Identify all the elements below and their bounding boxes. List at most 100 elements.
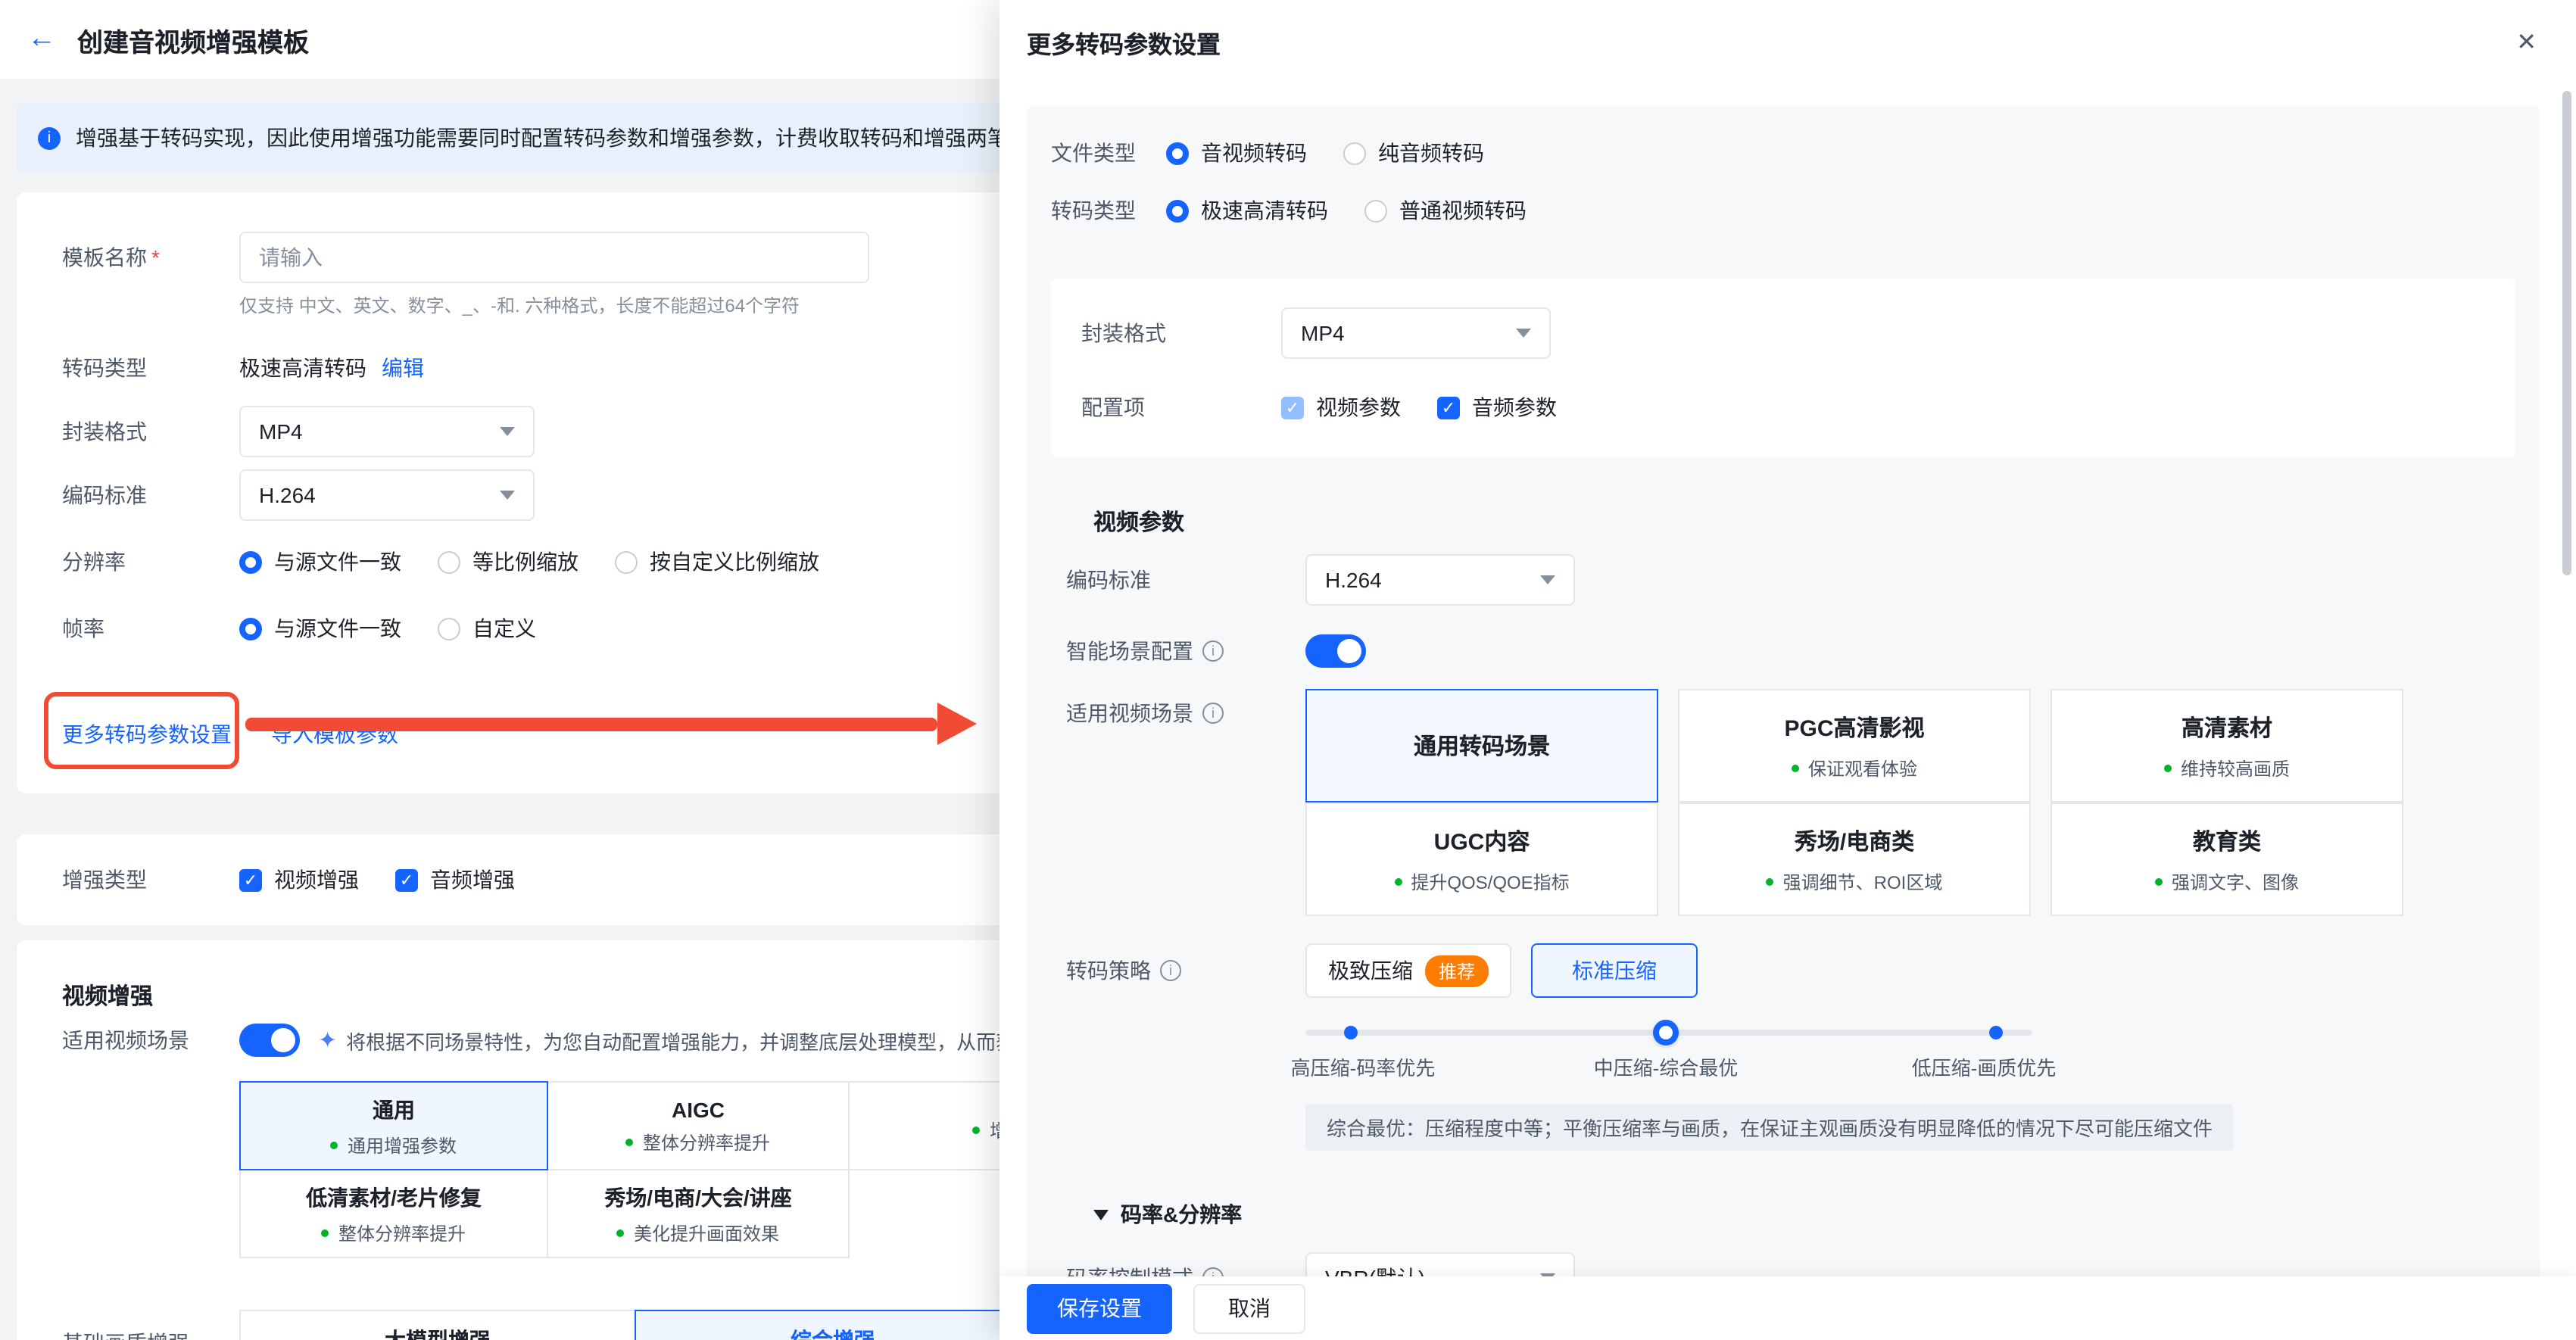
back-icon[interactable]: ← bbox=[27, 23, 56, 56]
transcode-type-row: 转码类型 极速高清转码 普通视频转码 bbox=[1051, 188, 2515, 233]
container-format-row: 封装格式 MP4 bbox=[1081, 306, 2485, 360]
codec-select[interactable]: H.264 bbox=[239, 469, 535, 521]
cancel-button[interactable]: 取消 bbox=[1193, 1283, 1305, 1333]
info-icon bbox=[38, 126, 61, 149]
container-format-label: 封装格式 bbox=[62, 416, 239, 447]
drawer-scrollbar[interactable] bbox=[2562, 91, 2571, 575]
smart-scene-label: 智能场景配置 bbox=[1066, 636, 1305, 666]
info-icon[interactable] bbox=[1202, 640, 1224, 662]
radio-av-transcode[interactable]: 音视频转码 bbox=[1166, 138, 1307, 168]
bullet-icon bbox=[626, 1138, 634, 1145]
bullet-icon bbox=[973, 1126, 981, 1133]
radio-fast-hd-transcode[interactable]: 极速高清转码 bbox=[1166, 195, 1328, 226]
scene-card-general[interactable]: 通用 通用增强参数 bbox=[239, 1081, 548, 1170]
video-scene-grid: 通用转码场景 PGC高清影视 保证观看体验 高清素材 维持较高画质 UGC内容 … bbox=[1305, 689, 2403, 916]
bullet-icon bbox=[2155, 877, 2163, 885]
radio-resolution-custom[interactable]: 按自定义比例缩放 bbox=[615, 547, 819, 577]
save-settings-button[interactable]: 保存设置 bbox=[1027, 1283, 1172, 1333]
scene-card-ugc[interactable]: UGC内容 提升QOS/QOE指标 bbox=[1305, 802, 1658, 916]
screen: ← 创建音视频增强模板 增强基于转码实现，因此使用增强功能需要同时配置转码参数和… bbox=[0, 0, 2576, 1340]
radio-dot bbox=[1343, 142, 1366, 164]
container-format-select[interactable]: MP4 bbox=[1281, 307, 1551, 359]
radio-dot bbox=[239, 550, 262, 573]
base-card-comprehensive[interactable]: 综合增强 bbox=[635, 1310, 1031, 1340]
codec-label: 编码标准 bbox=[1066, 565, 1305, 595]
more-transcode-params-drawer: 更多转码参数设置 ✕ 文件类型 音视频转码 纯音频转码 转码类型 极速高清转码 … bbox=[1000, 0, 2576, 1340]
smart-scene-row: 智能场景配置 bbox=[1066, 631, 2515, 671]
slider-label-high: 高压缩-码率优先 bbox=[1291, 1052, 1436, 1081]
checkbox-video-enhance[interactable]: 视频增强 bbox=[239, 865, 359, 895]
radio-framerate-same-as-source[interactable]: 与源文件一致 bbox=[239, 613, 401, 644]
scene-toggle[interactable] bbox=[239, 1024, 300, 1057]
strategy-row: 转码策略 极致压缩推荐 标准压缩 bbox=[1066, 943, 2515, 998]
bullet-icon bbox=[1792, 764, 1799, 771]
info-icon[interactable] bbox=[1160, 960, 1181, 981]
smart-scene-toggle[interactable] bbox=[1305, 634, 1366, 668]
recommended-badge: 推荐 bbox=[1425, 955, 1489, 986]
checkbox-checked-icon bbox=[239, 868, 262, 891]
strategy-extreme-button[interactable]: 极致压缩推荐 bbox=[1305, 943, 1511, 998]
scene-card-show-ecommerce[interactable]: 秀场/电商类 强调细节、ROI区域 bbox=[1678, 802, 2031, 916]
container-format-label: 封装格式 bbox=[1081, 318, 1281, 348]
edit-link[interactable]: 编辑 bbox=[382, 353, 424, 383]
import-template-params-link[interactable]: 导入模板参数 bbox=[271, 719, 398, 749]
ai-note-text: 将根据不同场景特性，为您自动配置增强能力，并调整底层处理模型，从而获得更好的 bbox=[346, 1026, 1094, 1055]
compression-slider[interactable]: 高压缩-码率优先 中压缩-综合最优 低压缩-画质优先 bbox=[1305, 1013, 2078, 1086]
template-name-input[interactable] bbox=[239, 232, 869, 283]
info-icon[interactable] bbox=[1202, 703, 1224, 724]
config-items-row: 配置项 视频参数 音频参数 bbox=[1081, 385, 2485, 430]
checkbox-audio-params[interactable]: 音频参数 bbox=[1437, 392, 1557, 422]
radio-dot bbox=[438, 617, 460, 640]
checkbox-audio-enhance[interactable]: 音频增强 bbox=[395, 865, 515, 895]
slider-handle[interactable] bbox=[1653, 1020, 1679, 1046]
container-format-select[interactable]: MP4 bbox=[239, 406, 535, 457]
drawer-footer: 保存设置 取消 bbox=[1000, 1276, 2576, 1340]
slider-label-mid: 中压缩-综合最优 bbox=[1594, 1052, 1739, 1081]
radio-dot bbox=[615, 550, 638, 573]
banner-text: 增强基于转码实现，因此使用增强功能需要同时配置转码参数和增强参数，计费收取转码和… bbox=[76, 123, 1157, 153]
bitrate-section-toggle[interactable]: 码率&分辨率 bbox=[1093, 1199, 2515, 1229]
radio-dot bbox=[1364, 199, 1387, 222]
strategy-standard-button[interactable]: 标准压缩 bbox=[1531, 943, 1698, 998]
video-params-heading: 视频参数 bbox=[1093, 506, 2515, 538]
scene-card-education[interactable]: 教育类 强调文字、图像 bbox=[2051, 802, 2403, 916]
checkbox-checked-icon bbox=[395, 868, 418, 891]
codec-label: 编码标准 bbox=[62, 480, 239, 510]
file-type-label: 文件类型 bbox=[1051, 138, 1166, 168]
radio-resolution-proportional[interactable]: 等比例缩放 bbox=[438, 547, 579, 577]
slider-stop-low-compression[interactable] bbox=[1989, 1026, 2003, 1039]
bullet-icon bbox=[322, 1229, 329, 1236]
transcode-type-label: 转码类型 bbox=[62, 353, 239, 383]
template-name-label: 模板名称* bbox=[62, 242, 239, 273]
required-mark: * bbox=[151, 245, 160, 270]
slider-stop-high-compression[interactable] bbox=[1344, 1026, 1358, 1039]
scene-card-general-transcode[interactable]: 通用转码场景 bbox=[1305, 689, 1658, 802]
base-quality-label: 基础画质增强 bbox=[62, 1310, 239, 1340]
scene-card-lowres-restore[interactable]: 低清素材/老片修复 整体分辨率提升 bbox=[239, 1169, 548, 1258]
checkbox-checked-icon bbox=[1437, 396, 1460, 419]
more-transcode-params-link[interactable]: 更多转码参数设置 bbox=[62, 719, 232, 749]
bullet-icon bbox=[617, 1229, 625, 1236]
base-card-large-model[interactable]: 大模型增强 bbox=[239, 1310, 636, 1340]
codec-row: 编码标准 H.264 bbox=[1066, 553, 2515, 607]
transcode-type-label: 转码类型 bbox=[1051, 195, 1166, 226]
radio-normal-transcode[interactable]: 普通视频转码 bbox=[1364, 195, 1527, 226]
slider-note-wrap: 综合最优：压缩程度中等；平衡压缩率与画质，在保证主观画质没有明显降低的情况下尽可… bbox=[1305, 1086, 2515, 1151]
radio-framerate-custom[interactable]: 自定义 bbox=[438, 613, 536, 644]
framerate-label: 帧率 bbox=[62, 613, 239, 644]
bullet-icon bbox=[2164, 764, 2172, 771]
slider-label-low: 低压缩-画质优先 bbox=[1912, 1052, 2057, 1081]
codec-select[interactable]: H.264 bbox=[1305, 554, 1575, 606]
scene-card-aigc[interactable]: AIGC 整体分辨率提升 bbox=[547, 1081, 850, 1170]
scene-card-pgc-hd[interactable]: PGC高清影视 保证观看体验 bbox=[1678, 689, 2031, 802]
video-scene-row: 适用视频场景 通用转码场景 PGC高清影视 保证观看体验 高清素材 维持较高画质… bbox=[1066, 689, 2515, 916]
radio-dot bbox=[1166, 142, 1189, 164]
scene-card-hd-material[interactable]: 高清素材 维持较高画质 bbox=[2051, 689, 2403, 802]
close-icon[interactable]: ✕ bbox=[2516, 27, 2537, 58]
strategy-label: 转码策略 bbox=[1066, 955, 1305, 986]
radio-resolution-same-as-source[interactable]: 与源文件一致 bbox=[239, 547, 401, 577]
scene-card-show-ecommerce[interactable]: 秀场/电商/大会/讲座 美化提升画面效果 bbox=[547, 1169, 850, 1258]
bullet-icon bbox=[1394, 877, 1402, 885]
radio-audio-only-transcode[interactable]: 纯音频转码 bbox=[1343, 138, 1484, 168]
enhance-type-label: 增强类型 bbox=[62, 865, 239, 895]
